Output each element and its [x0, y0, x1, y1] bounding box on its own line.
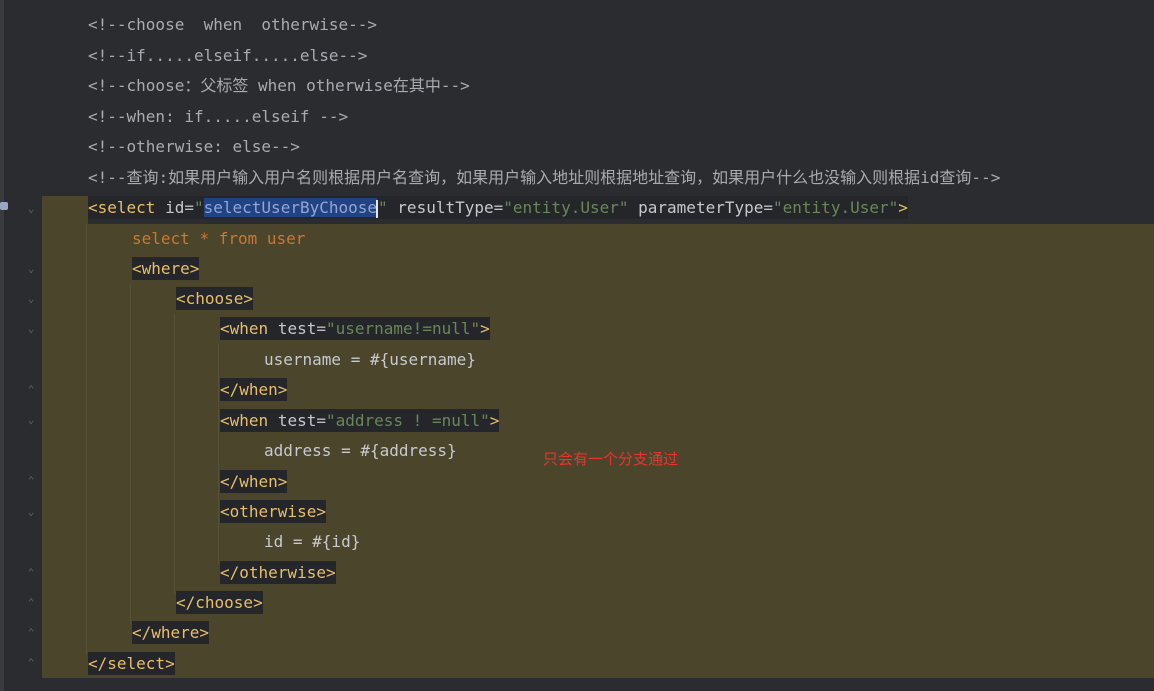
fold-end-icon[interactable]: ⌃: [26, 596, 36, 610]
fold-end-icon[interactable]: ⌃: [26, 656, 36, 670]
test-attr: test: [277, 411, 317, 430]
where-open-tag: <where>: [132, 257, 200, 280]
code-line-select-open: <select id="selectUserByChoose" resultTy…: [88, 196, 908, 219]
tag-bracket: >: [898, 198, 908, 217]
code-line-comment: <!--choose when otherwise-->: [88, 15, 377, 34]
breakpoint-icon[interactable]: [0, 202, 8, 210]
parameter-type-value: "entity.User": [773, 198, 899, 217]
test-value: "username!=null": [325, 319, 481, 338]
select-close-tag: </select>: [88, 652, 175, 675]
select-tag: <select: [88, 198, 156, 217]
tag-bracket: >: [489, 411, 500, 430]
test-attr: test: [277, 319, 317, 338]
code-editor[interactable]: <!--choose when otherwise--> <!--if.....…: [42, 0, 1154, 691]
result-type-attr: resultType: [397, 198, 494, 217]
code-line-where-close: </where>: [132, 618, 210, 648]
selected-text[interactable]: selectUserByChoose: [203, 198, 378, 217]
code-line-when2-close: </when>: [220, 467, 288, 497]
sql-table: user: [266, 229, 306, 248]
choose-open-tag: <choose>: [176, 287, 254, 310]
code-line-otherwise-open: <otherwise>: [220, 497, 326, 527]
tag-bracket: >: [480, 319, 490, 338]
when-tag: <when: [220, 411, 269, 430]
code-line-sql: select * from user: [132, 224, 305, 254]
fold-icon[interactable]: ⌄: [26, 292, 36, 306]
sql-star: *: [199, 229, 210, 248]
fold-end-icon[interactable]: ⌃: [26, 474, 36, 488]
fold-end-icon[interactable]: ⌃: [26, 566, 36, 580]
code-line-when1-body: username = #{username}: [264, 350, 476, 369]
code-line-choose-close: </choose>: [176, 588, 263, 618]
code-line-comment: <!--otherwise: else-->: [88, 137, 300, 156]
when-close-tag: </when>: [220, 378, 288, 401]
sql-from-keyword: from: [218, 229, 258, 248]
code-line-when2-body: address = #{address}: [264, 441, 457, 460]
choose-close-tag: </choose>: [176, 591, 263, 614]
code-line-when2-open: <when test="address ! =null">: [220, 409, 500, 432]
where-close-tag: </where>: [132, 621, 210, 644]
code-line-comment: <!--when: if.....elseif -->: [88, 107, 349, 126]
code-line-comment: <!--choose：父标签 when otherwise在其中-->: [88, 76, 470, 95]
when-tag: <when: [220, 319, 269, 338]
fold-end-icon[interactable]: ⌃: [26, 383, 36, 397]
code-line-where-open: <where>: [132, 254, 200, 284]
result-type-value: "entity.User": [503, 198, 629, 217]
when-close-tag: </when>: [220, 470, 288, 493]
parameter-type-attr: parameterType: [638, 198, 764, 217]
code-line-choose-open: <choose>: [176, 284, 254, 314]
fold-icon[interactable]: ⌄: [26, 322, 36, 336]
code-line-when1-close: </when>: [220, 375, 288, 405]
id-attr: id: [165, 198, 185, 217]
indent-guide: [174, 314, 175, 594]
indent-guide: [130, 284, 131, 624]
otherwise-close-tag: </otherwise>: [220, 561, 336, 584]
editor-gutter: ⌄ ⌄ ⌄ ⌄ ⌃ ⌄ ⌃ ⌄ ⌃ ⌃ ⌃ ⌃: [0, 0, 42, 691]
fold-icon[interactable]: ⌄: [26, 413, 36, 427]
indent-guide: [86, 224, 87, 654]
scope-highlight: [42, 196, 88, 224]
fold-end-icon[interactable]: ⌃: [26, 626, 36, 640]
code-line-otherwise-body: id = #{id}: [264, 532, 361, 551]
code-line-when1-open: <when test="username!=null">: [220, 317, 490, 340]
code-line-select-close: </select>: [88, 649, 175, 679]
fold-icon[interactable]: ⌄: [26, 505, 36, 519]
gutter-edge: [0, 0, 4, 691]
fold-icon[interactable]: ⌄: [26, 202, 36, 216]
indent-guide: [218, 344, 219, 564]
test-value: "address ! =null": [325, 411, 490, 430]
sql-select-keyword: select: [132, 229, 190, 248]
otherwise-open-tag: <otherwise>: [220, 500, 326, 523]
code-line-comment: <!--if.....elseif.....else-->: [88, 46, 368, 65]
code-line-comment: <!--查询:如果用户输入用户名则根据用户名查询，如果用户输入地址则根据地址查询…: [88, 168, 1001, 187]
annotation-note: 只会有一个分支通过: [543, 450, 679, 468]
fold-icon[interactable]: ⌄: [26, 262, 36, 276]
code-line-otherwise-close: </otherwise>: [220, 558, 336, 588]
